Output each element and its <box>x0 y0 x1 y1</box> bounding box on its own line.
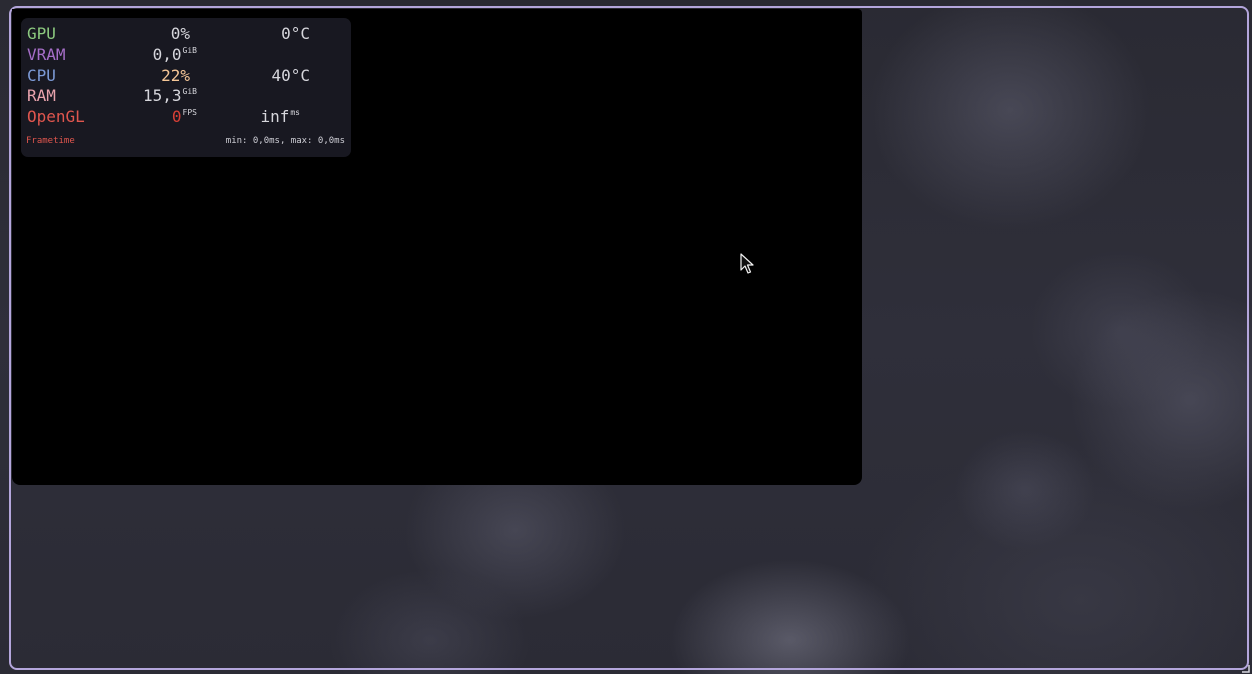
fps-group: 0FPS <box>172 106 197 127</box>
cpu-load: 22% <box>161 66 190 85</box>
resize-handle-icon[interactable] <box>1241 664 1250 673</box>
gpu-row: GPU 0% 0°C <box>21 23 351 44</box>
vram-value-group: 0,0GiB <box>153 44 197 65</box>
frametime-unit: ms <box>290 108 300 117</box>
gpu-temp: 0°C <box>281 24 310 43</box>
fps-value: 0 <box>171 107 182 126</box>
vram-label: VRAM <box>27 45 66 64</box>
ram-row: RAM 15,3GiB <box>21 85 351 106</box>
ram-value: 15,3 <box>143 86 182 105</box>
cpu-row: CPU 22% 40°C <box>21 65 351 86</box>
gpu-load: 0% <box>170 24 190 43</box>
frametime-stats: min: 0,0ms, max: 0,0ms <box>225 136 345 146</box>
cpu-temp: 40°C <box>271 66 310 85</box>
vram-row: VRAM 0,0GiB <box>21 44 351 65</box>
gpu-label: GPU <box>27 24 56 43</box>
opengl-row: OpenGL 0FPS infms <box>21 106 351 127</box>
mouse-pointer-icon <box>740 253 754 274</box>
opengl-label: OpenGL <box>27 107 85 126</box>
vram-value: 0,0 <box>152 45 182 64</box>
cpu-label: CPU <box>27 66 56 85</box>
performance-overlay: GPU 0% 0°C VRAM 0,0GiB CPU 22% 40°C RAM … <box>21 18 351 157</box>
frametime-group: infms <box>260 106 300 127</box>
ram-label: RAM <box>27 86 56 105</box>
frametime-label: Frametime <box>26 136 75 146</box>
fps-unit: FPS <box>182 108 197 117</box>
vram-unit: GiB <box>182 46 197 55</box>
ram-value-group: 15,3GiB <box>143 85 197 106</box>
frametime-value: inf <box>260 107 290 126</box>
ram-unit: GiB <box>182 87 197 96</box>
